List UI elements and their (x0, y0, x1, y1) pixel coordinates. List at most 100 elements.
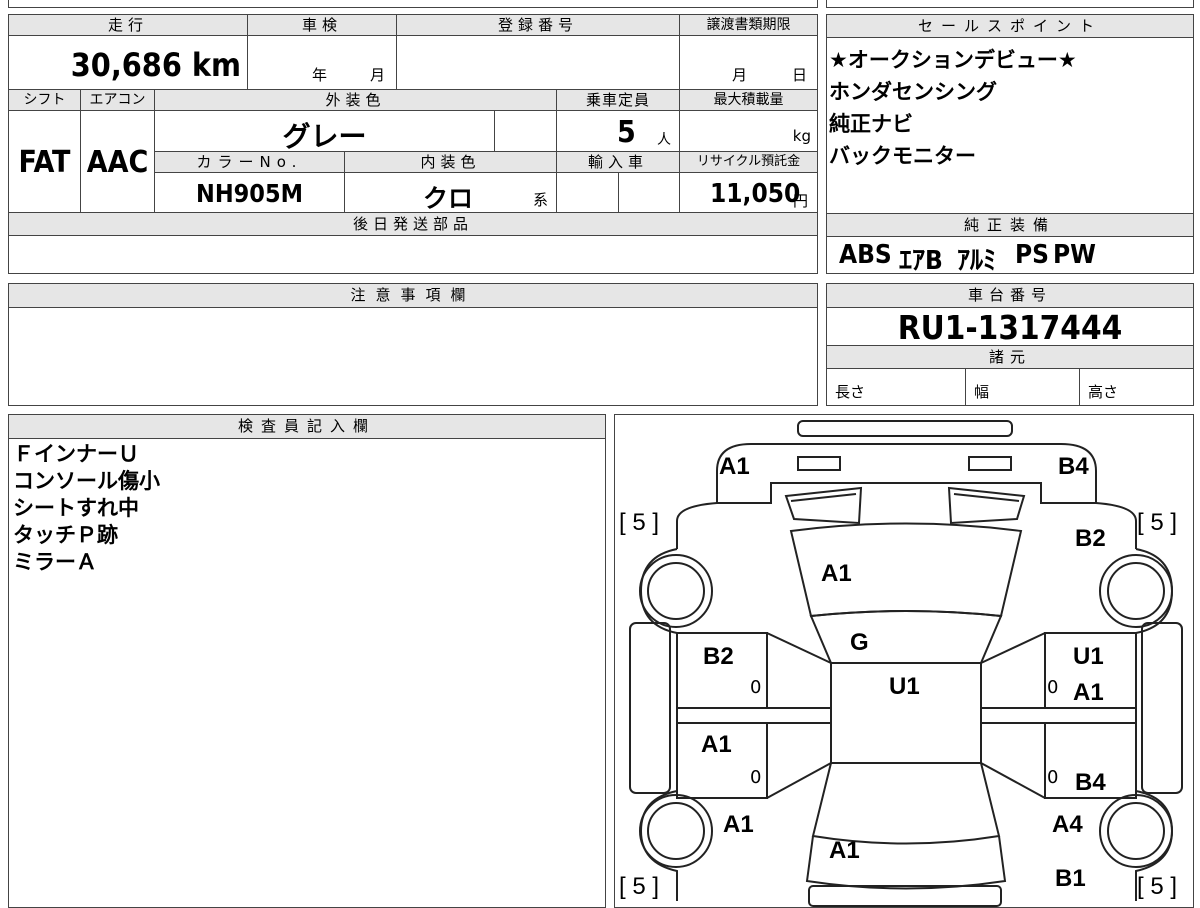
mileage-value: 30,686 km (70, 46, 241, 84)
sales-points-box: ★オークションデビュー★ ホンダセンシング 純正ナビ バックモニター (826, 37, 1194, 214)
capacity-unit: 人 (657, 132, 671, 148)
chassis-header: 車台番号 (826, 283, 1194, 308)
damage-mark-right-fender: B2 (1075, 525, 1106, 552)
ext-color-header: 外装色 (154, 89, 557, 111)
import-cell-2 (618, 172, 680, 213)
damage-mark-trunk: A1 (829, 837, 860, 864)
int-color-suffix: 系 (533, 191, 549, 209)
damage-mark-left-quarter: A1 (723, 811, 754, 838)
recycle-cell: 11,050 円 (679, 172, 818, 213)
chassis-number: RU1-1317444 (897, 308, 1123, 347)
tire-mark-front-right: [ 5 ] (1137, 509, 1178, 536)
door-zero-rr: 0 (1047, 767, 1059, 788)
damage-mark-windshield: G (850, 629, 869, 656)
specs-header: 諸元 (826, 345, 1194, 369)
sales-point-2: ホンダセンシング (829, 80, 997, 104)
notes-header: 注意事項欄 (8, 283, 818, 308)
notes-box (8, 307, 818, 406)
damage-mark-front-right: B4 (1058, 453, 1089, 480)
later-parts-header: 後日発送部品 (8, 212, 818, 236)
equipment-box: ABS ｴｱB ｱﾙﾐ PS PW (826, 236, 1194, 276)
shift-header: シフト (8, 89, 81, 111)
equipment-pw: PW (1053, 240, 1096, 270)
specs-length: 長さ (835, 383, 866, 401)
color-no-header: カラーNo. (154, 151, 345, 173)
inspector-line-5: ミラーＡ (13, 550, 97, 574)
color-no-cell: NH905M (154, 172, 345, 213)
inspector-header: 検査員記入欄 (8, 414, 606, 439)
equipment-ps: PS (1015, 240, 1049, 270)
later-parts-cell (8, 235, 818, 274)
tire-mark-rear-left: [ 5 ] (619, 873, 660, 900)
int-color-cell: クロ 系 (344, 172, 557, 213)
chassis-box: RU1-1317444 (826, 307, 1194, 347)
ext-color-cell: グレー (154, 110, 495, 153)
max-load-header: 最大積載量 (679, 89, 818, 111)
recycle-unit: 円 (793, 192, 809, 210)
specs-length-cell: 長さ (826, 368, 966, 406)
inspector-line-3: シートすれ中 (13, 496, 139, 520)
damage-mark-roof: U1 (889, 673, 920, 700)
shaken-header: 車検 (247, 14, 397, 36)
shift-value: FAT (18, 145, 71, 180)
reg-number-cell (396, 35, 680, 90)
ext-color-extra (494, 110, 557, 152)
specs-height-cell: 高さ (1079, 368, 1194, 406)
ext-color-value: グレー (282, 120, 367, 153)
mileage-cell: 30,686 km (8, 35, 248, 90)
tire-mark-front-left: [ 5 ] (619, 509, 660, 536)
reg-number-header: 登録番号 (396, 14, 680, 36)
equipment-alloy: ｱﾙﾐ (957, 246, 997, 276)
damage-mark-left-rear-door: A1 (701, 731, 732, 758)
equipment-abs: ABS (839, 240, 892, 270)
top-strip (8, 0, 818, 8)
capacity-header: 乗車定員 (556, 89, 680, 111)
specs-width-cell: 幅 (965, 368, 1080, 406)
transfer-month: 月 (732, 66, 748, 84)
specs-height: 高さ (1088, 383, 1119, 401)
ac-header: エアコン (80, 89, 155, 111)
inspector-line-4: タッチＰ跡 (13, 523, 118, 547)
transfer-deadline-header: 譲渡書類期限 (679, 14, 818, 36)
inspector-line-2: コンソール傷小 (13, 469, 160, 493)
recycle-header: リサイクル預託金 (679, 151, 818, 173)
shaken-month: 月 (370, 66, 386, 84)
sales-point-1: ★オークションデビュー★ (829, 48, 1077, 72)
sales-points-header: セールスポイント (826, 14, 1194, 38)
tire-mark-rear-right: [ 5 ] (1137, 873, 1178, 900)
inspector-box: ＦインナーＵ コンソール傷小 シートすれ中 タッチＰ跡 ミラーＡ (8, 438, 606, 908)
car-diagram: A1 B4 B2 A1 G B2 U1 U1 A1 A1 B4 A1 A4 A1… (614, 414, 1194, 908)
capacity-value: 5 (617, 115, 636, 150)
damage-mark-right-quarter: A4 (1052, 811, 1083, 838)
capacity-cell: 5 人 (556, 110, 680, 152)
door-zero-rf: 0 (1047, 677, 1059, 698)
import-header: 輸入車 (556, 151, 680, 173)
equipment-header: 純正装備 (826, 213, 1194, 237)
max-load-unit: kg (792, 127, 811, 145)
sales-point-4: バックモニター (829, 144, 976, 168)
shaken-year: 年 (312, 66, 328, 84)
specs-width: 幅 (974, 383, 990, 401)
car-outline-icon (629, 420, 1183, 907)
transfer-day: 日 (792, 66, 808, 84)
inspector-line-1: ＦインナーＵ (13, 442, 139, 466)
recycle-value: 11,050 (710, 179, 801, 209)
damage-mark-right-front-door-u: U1 (1073, 643, 1104, 670)
damage-mark-hood: A1 (821, 560, 852, 587)
int-color-header: 内装色 (344, 151, 557, 173)
damage-mark-front-left: A1 (719, 453, 750, 480)
sales-point-3: 純正ナビ (829, 112, 913, 136)
damage-mark-right-rear-door: B4 (1075, 769, 1106, 796)
damage-mark-rear-right: B1 (1055, 865, 1086, 892)
shift-cell: FAT (8, 110, 81, 213)
ac-value: AAC (86, 145, 149, 180)
door-zero-lr: 0 (750, 767, 762, 788)
color-no-value: NH905M (196, 179, 303, 208)
int-color-value: クロ (423, 184, 474, 213)
import-cell-1 (556, 172, 619, 213)
door-zero-lf: 0 (750, 677, 762, 698)
ac-cell: AAC (80, 110, 155, 213)
transfer-deadline-cell: 月 日 (679, 35, 818, 90)
damage-mark-right-front-door-a: A1 (1073, 679, 1104, 706)
damage-mark-left-front-door: B2 (703, 643, 734, 670)
